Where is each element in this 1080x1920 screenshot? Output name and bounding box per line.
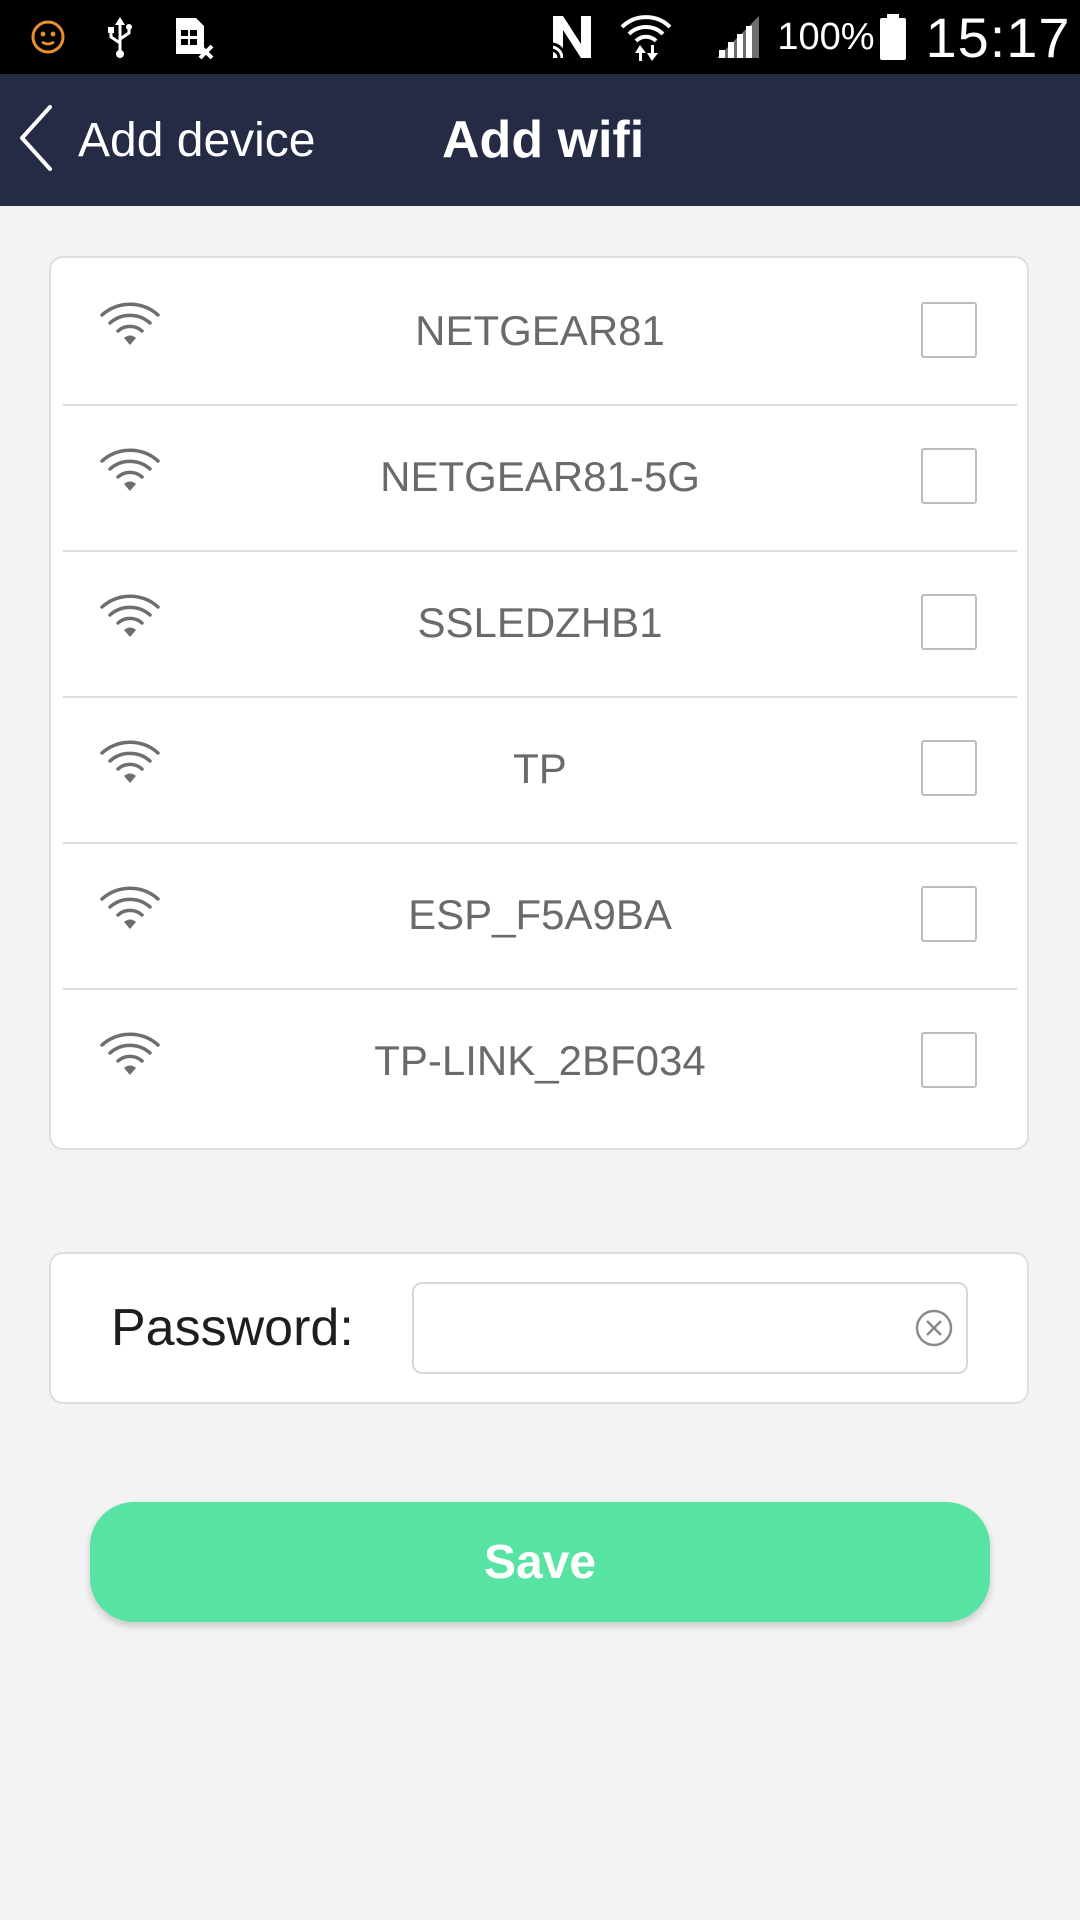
wifi-row[interactable]: NETGEAR81-5G	[63, 404, 1017, 552]
status-time: 15:17	[925, 5, 1071, 69]
no-sim-icon	[168, 0, 218, 74]
back-label: Add device	[78, 113, 316, 167]
app-header: Add device Add wifi	[0, 74, 1080, 206]
wifi-row[interactable]: SSLEDZHB1	[63, 550, 1017, 698]
wifi-ssid: TP-LINK_2BF034	[374, 1037, 706, 1084]
wifi-transfer-icon	[618, 0, 674, 74]
wifi-row[interactable]: TP-LINK_2BF034	[63, 988, 1017, 1134]
wifi-ssid: TP	[513, 745, 567, 792]
password-field[interactable]	[412, 1282, 968, 1374]
wifi-select-checkbox[interactable]	[921, 448, 977, 504]
back-button[interactable]: Add device	[14, 74, 316, 206]
wifi-signal-icon	[99, 738, 161, 788]
usb-icon	[100, 0, 140, 74]
wifi-ssid: SSLEDZHB1	[417, 599, 663, 646]
wifi-select-checkbox[interactable]	[921, 594, 977, 650]
wifi-signal-icon	[99, 300, 161, 350]
android-debug-face-icon	[26, 0, 70, 74]
wifi-ssid: NETGEAR81	[415, 307, 665, 354]
password-card: Password:	[49, 1252, 1029, 1404]
clear-input-icon[interactable]	[914, 1308, 954, 1348]
wifi-row[interactable]: ESP_F5A9BA	[63, 842, 1017, 990]
wifi-row[interactable]: TP	[63, 696, 1017, 844]
wifi-select-checkbox[interactable]	[921, 740, 977, 796]
wifi-signal-icon	[99, 446, 161, 496]
nfc-icon	[546, 0, 598, 74]
wifi-select-checkbox[interactable]	[921, 886, 977, 942]
wifi-signal-icon	[99, 1030, 161, 1080]
password-label: Password:	[111, 1299, 354, 1357]
wifi-select-checkbox[interactable]	[921, 1032, 977, 1088]
wifi-network-list: NETGEAR81 NETGEAR81-5G SSLEDZHB1 TP ESP_…	[49, 256, 1029, 1150]
wifi-select-checkbox[interactable]	[921, 302, 977, 358]
wifi-ssid: ESP_F5A9BA	[408, 891, 672, 938]
battery-percent: 100%	[777, 15, 875, 58]
page-title: Add wifi	[442, 111, 645, 169]
wifi-ssid: NETGEAR81-5G	[380, 453, 700, 500]
save-button[interactable]: Save	[90, 1502, 990, 1622]
wifi-signal-icon	[99, 592, 161, 642]
battery-icon	[876, 0, 910, 74]
password-input[interactable]	[428, 1294, 892, 1364]
cell-signal-icon	[712, 0, 764, 74]
chevron-left-icon	[14, 103, 58, 178]
wifi-row[interactable]: NETGEAR81	[63, 258, 1017, 406]
wifi-signal-icon	[99, 884, 161, 934]
status-bar: 100% 15:17	[0, 0, 1080, 74]
